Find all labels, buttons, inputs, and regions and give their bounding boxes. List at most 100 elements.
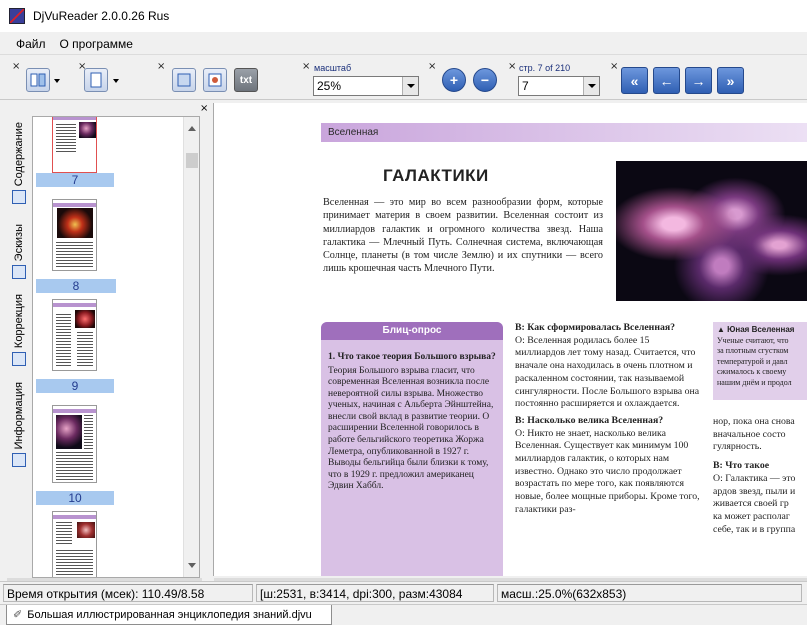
sidebar-tabs: Содержание Эскизы Коррекция Информация (7, 116, 31, 578)
window-title: DjVuReader 2.0.0.26 Rus (33, 9, 170, 23)
third-column: нор, пока она снова вначальное состо гул… (713, 416, 807, 536)
faq-answer: О: Вселенная родилась более 15 миллиардо… (515, 334, 700, 410)
view-text-button[interactable]: txt (234, 68, 258, 92)
pin-icon[interactable]: ✐ (13, 608, 22, 621)
minus-icon: − (480, 72, 490, 88)
thumbnail-page (52, 117, 97, 173)
scrollbar-thumb[interactable] (186, 153, 198, 168)
view-color-button[interactable] (203, 68, 227, 92)
chevron-down-icon[interactable] (113, 79, 119, 83)
scroll-up-icon[interactable] (188, 126, 196, 131)
chevron-down-icon[interactable] (583, 77, 599, 95)
toolbar-group-close-icon[interactable]: × (157, 62, 165, 72)
text-line: гулярность. (713, 441, 762, 453)
toolbar-group-close-icon[interactable]: × (302, 62, 310, 72)
view-bw-button[interactable] (172, 68, 196, 92)
thumbnail-number: 7 (36, 173, 114, 187)
zoom-label: масштаб (314, 63, 352, 73)
thumbnail-item[interactable]: 10 (36, 405, 114, 505)
first-page-button[interactable]: « (621, 67, 648, 94)
document-tab-name: Большая иллюстрированная энциклопедия зн… (27, 608, 312, 621)
faq-answer: О: Никто не знает, насколько велика Всел… (515, 427, 700, 515)
box-line: Ученые считают, что (717, 335, 789, 345)
chevron-down-icon[interactable] (402, 77, 418, 95)
text-line: О: Галактика — это (713, 472, 796, 484)
thumbnail-page (52, 199, 97, 271)
thumbnail-page (52, 405, 97, 483)
faq-question: В: Что такое (713, 460, 770, 472)
thumbnail-scrollbar[interactable] (183, 117, 199, 577)
left-arrow-icon: ← (659, 72, 674, 89)
thumbnail-item[interactable]: 7 (36, 117, 114, 189)
document-page: Вселенная ГАЛАКТИКИ Вселенная — это мир … (321, 123, 807, 576)
text-line: себе, так и в группа (713, 523, 796, 535)
prev-page-button[interactable]: ← (653, 67, 680, 94)
toolbar-group-close-icon[interactable]: × (12, 62, 20, 72)
thumbnail-number: 8 (36, 279, 116, 293)
bw-page-icon (177, 73, 191, 87)
status-bar: Время открытия (мсек): 110.49/8.58 [ш:25… (0, 581, 807, 619)
page-label: стр. 7 of 210 (519, 63, 571, 73)
document-tab[interactable]: ✐ Большая иллюстрированная энциклопедия … (6, 605, 332, 625)
page-layout-button[interactable] (84, 68, 108, 92)
quiz-question: 1. Что такое теория Большого взрыва? (328, 352, 496, 362)
faq-column: В: Как сформировалась Вселенная? О: Вселе… (515, 322, 701, 521)
tab-correction[interactable]: Коррекция (7, 294, 31, 376)
grid-icon (12, 265, 26, 280)
next-page-button[interactable]: → (685, 67, 712, 94)
section-header: Вселенная (321, 123, 807, 142)
intro-paragraph: Вселенная — это мир во всем разнообразии… (323, 197, 603, 275)
toolbar-group-close-icon[interactable]: × (428, 62, 436, 72)
text-line: вначальное состо (713, 428, 786, 440)
tab-thumbnails[interactable]: Эскизы (7, 224, 31, 288)
tab-information-label: Информация (13, 382, 25, 450)
zoom-out-button[interactable]: − (473, 68, 497, 92)
thumbnail-list[interactable]: 7 8 9 10 (32, 116, 200, 578)
text-line: нор, пока она снова (713, 416, 795, 427)
tab-information[interactable]: Информация (7, 382, 31, 474)
box-line: за плотным сгустком (717, 346, 789, 355)
image-icon (208, 73, 222, 87)
thumbnail-number: 9 (36, 379, 114, 393)
status-page-info: [ш:2531, в:3414, dpi:300, разм:43084 бай… (256, 583, 494, 619)
menu-file[interactable]: Файл (9, 33, 53, 55)
sidebar-toggle-button[interactable] (26, 68, 50, 92)
info-icon (12, 453, 26, 468)
page-select[interactable]: 7 (518, 76, 600, 96)
box-line: нашим днём и продол (717, 377, 792, 387)
box-line: сжималось к своему (717, 367, 787, 376)
tab-correction-label: Коррекция (13, 294, 25, 349)
faq-question: В: Как сформировалась Вселенная? (515, 322, 676, 333)
wrench-icon (12, 352, 26, 367)
last-page-button[interactable]: » (717, 67, 744, 94)
double-left-arrow-icon: « (630, 72, 639, 89)
page-icon (90, 72, 102, 88)
panels-icon (30, 73, 46, 87)
thumbnail-item[interactable] (36, 511, 114, 577)
galaxy-photo (616, 161, 807, 301)
tab-contents[interactable]: Содержание (7, 122, 31, 222)
plus-icon: + (449, 72, 459, 88)
menu-about[interactable]: О программе (53, 33, 140, 55)
quiz-box: Блиц-опрос 1. Что такое теория Большого … (321, 322, 503, 576)
menu-bar: Файл О программе (0, 33, 807, 55)
text-line: ка может располаг (713, 510, 790, 522)
toolbar-group-close-icon[interactable]: × (508, 62, 516, 72)
scroll-down-icon[interactable] (188, 563, 196, 568)
chevron-down-icon[interactable] (54, 79, 60, 83)
text-line: ардов звезд, пыли и (713, 485, 796, 497)
document-viewer[interactable]: Вселенная ГАЛАКТИКИ Вселенная — это мир … (213, 103, 807, 576)
faq-question: В: Насколько велика Вселенная? (515, 414, 664, 426)
sidebar-close-icon[interactable]: × (200, 103, 208, 114)
thumbnail-item[interactable]: 8 (36, 199, 116, 293)
zoom-in-button[interactable]: + (442, 68, 466, 92)
title-bar: DjVuReader 2.0.0.26 Rus (0, 0, 807, 32)
document-tab-bar: ✐ Большая иллюстрированная энциклопедия … (0, 604, 807, 625)
tab-contents-label: Содержание (13, 122, 25, 187)
toolbar-group-close-icon[interactable]: × (610, 62, 618, 72)
thumbnail-number: 10 (36, 491, 114, 505)
box-line: температурой и давл (717, 356, 788, 366)
thumbnail-item[interactable]: 9 (36, 299, 114, 393)
zoom-select[interactable]: 25% (313, 76, 419, 96)
text-line: живается своей гр (713, 498, 789, 510)
